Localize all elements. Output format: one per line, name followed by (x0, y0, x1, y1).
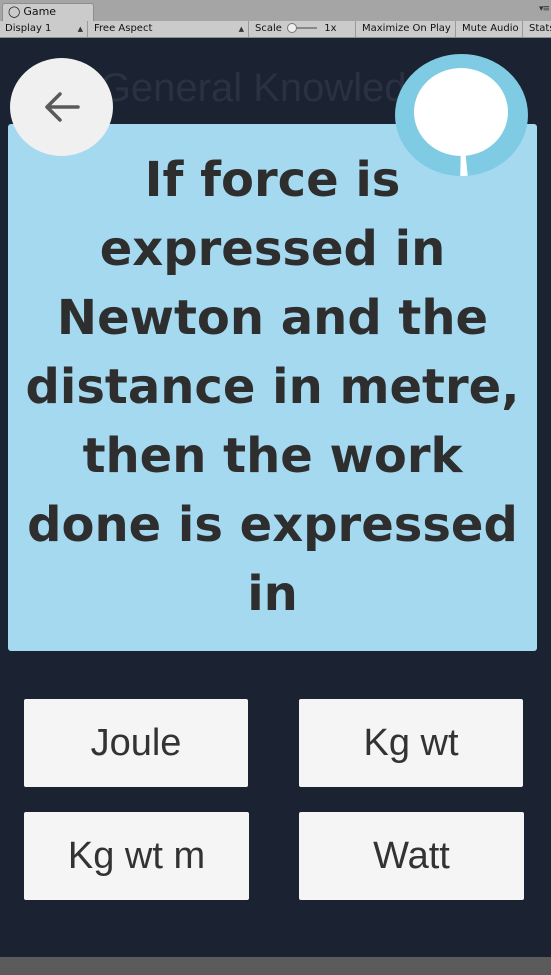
scale-slider-knob[interactable] (287, 23, 298, 33)
answer-button-3[interactable]: Kg wt m (24, 812, 249, 900)
answer-button-2[interactable]: Kg wt (299, 699, 523, 787)
stats-label: Stats (529, 23, 551, 34)
editor-status-strip (0, 957, 551, 975)
question-text: If force is expressed in Newton and the … (25, 152, 520, 622)
dropdown-arrows-icon: ▲ (77, 25, 83, 33)
scale-value: 1x (324, 23, 337, 34)
display-dropdown-label: Display 1 (5, 23, 52, 34)
maximize-on-play-toggle[interactable]: Maximize On Play (357, 21, 456, 37)
dropdown-arrows-icon: ▲ (238, 25, 244, 33)
back-button[interactable] (10, 58, 113, 156)
back-arrow-icon (45, 92, 80, 122)
scale-control[interactable]: Scale 1x (250, 21, 356, 37)
tab-menu-icon[interactable]: ▾≡ (539, 4, 550, 14)
answer-button-4[interactable]: Watt (299, 812, 524, 900)
display-dropdown[interactable]: Display 1 ▲ (0, 21, 88, 37)
answer-button-1[interactable]: Joule (24, 699, 248, 787)
countdown-timer (395, 54, 528, 176)
question-card: If force is expressed in Newton and the … (8, 124, 537, 651)
game-tab-label: Game (23, 5, 57, 18)
scale-label: Scale (255, 23, 282, 34)
game-view: General Knowledge If force is expressed … (0, 38, 551, 957)
game-toolbar: Display 1 ▲ Free Aspect ▲ Scale 1x Maxim… (0, 21, 551, 38)
game-tab[interactable]: ◯ Game (2, 3, 94, 21)
aspect-dropdown[interactable]: Free Aspect ▲ (89, 21, 249, 37)
game-controller-icon: ◯ (8, 5, 21, 18)
maximize-on-play-label: Maximize On Play (362, 23, 451, 34)
aspect-dropdown-label: Free Aspect (94, 23, 153, 34)
stats-toggle[interactable]: Stats (524, 21, 551, 37)
mute-audio-toggle[interactable]: Mute Audio (457, 21, 523, 37)
scale-slider[interactable] (287, 23, 318, 33)
mute-audio-label: Mute Audio (462, 23, 519, 34)
editor-tab-bar: ◯ Game ▾≡ (0, 0, 551, 22)
